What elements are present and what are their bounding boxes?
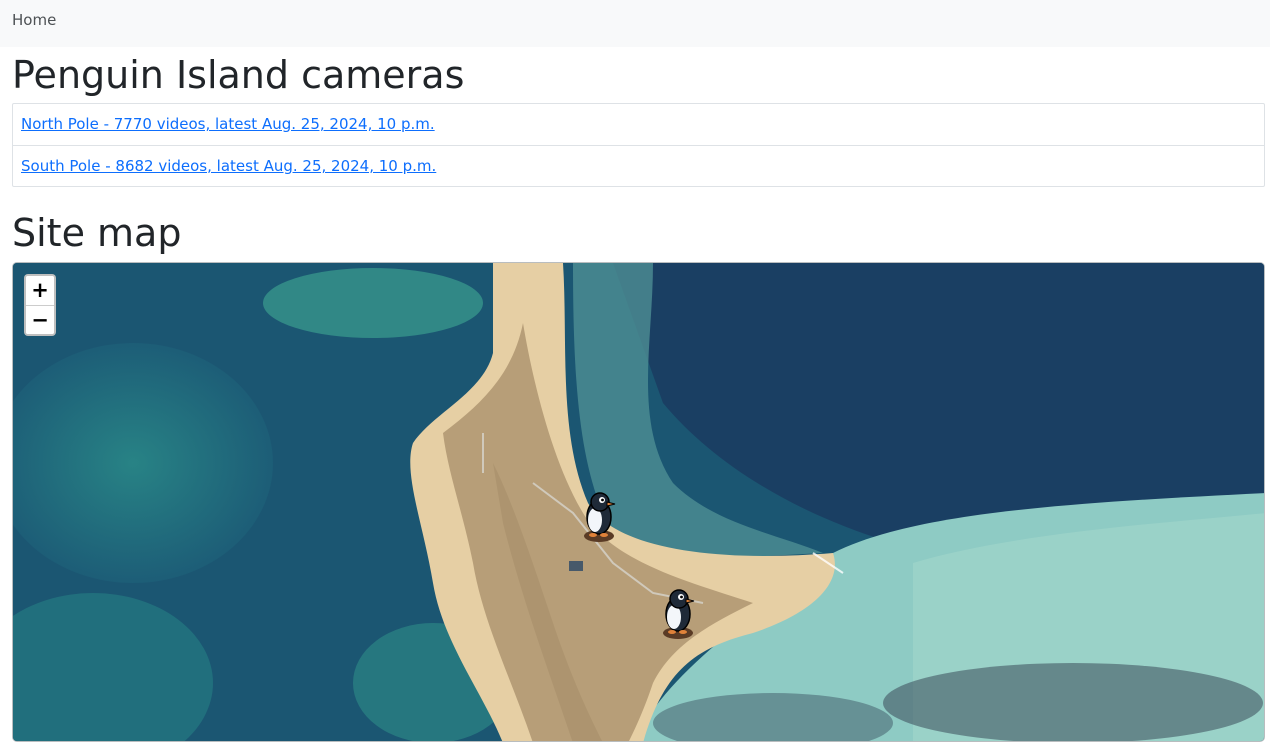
zoom-out-button[interactable]: − [26,305,54,334]
zoom-in-button[interactable]: + [26,276,54,305]
penguin-icon [584,492,616,542]
south-pole-camera-marker[interactable] [658,586,698,640]
north-pole-camera-marker[interactable] [579,489,619,543]
navbar: Home [0,0,1270,47]
south-pole-camera-link[interactable]: South Pole - 8682 videos, latest Aug. 25… [21,157,436,175]
camera-list: North Pole - 7770 videos, latest Aug. 25… [12,103,1265,187]
camera-list-item: North Pole - 7770 videos, latest Aug. 25… [13,104,1264,145]
site-map[interactable]: + − [12,262,1265,742]
zoom-control: + − [24,274,56,336]
satellite-imagery [13,263,1264,741]
home-link[interactable]: Home [12,11,56,29]
north-pole-camera-link[interactable]: North Pole - 7770 videos, latest Aug. 25… [21,115,435,133]
page-title: Penguin Island cameras [12,53,465,97]
camera-list-item: South Pole - 8682 videos, latest Aug. 25… [13,145,1264,186]
penguin-icon [663,589,695,639]
site-map-title: Site map [12,211,182,255]
